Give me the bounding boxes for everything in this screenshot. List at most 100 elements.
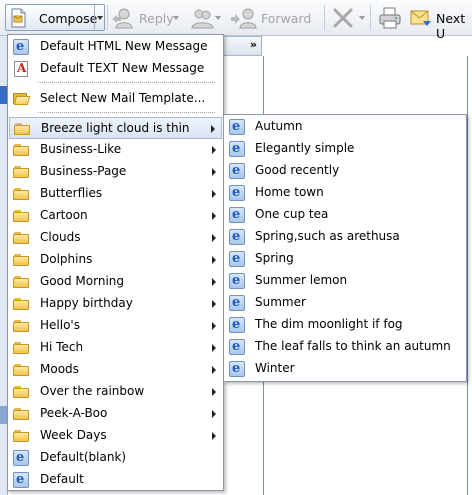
print-button[interactable] xyxy=(377,4,407,31)
reply-all-icon xyxy=(189,7,215,32)
menu-item[interactable]: Week Days xyxy=(9,425,222,447)
compose-dropdown-toggle[interactable] xyxy=(94,5,105,30)
html-message-icon: e xyxy=(13,39,29,55)
menu-item[interactable]: Breeze light cloud is thin xyxy=(9,117,222,139)
menu-item[interactable]: e Default(blank) xyxy=(9,447,222,469)
menu-item-label: Happy birthday xyxy=(40,296,133,310)
menu-item-label: Default TEXT New Message xyxy=(40,61,205,75)
folder-icon xyxy=(13,164,29,180)
forward-icon xyxy=(230,7,258,32)
open-folder-icon xyxy=(13,91,31,107)
template-item[interactable]: e The leaf falls to think an autumn xyxy=(225,336,465,358)
template-item-label: Summer xyxy=(255,295,306,309)
chevron-right-icon xyxy=(212,344,216,352)
reply-label: Reply xyxy=(139,11,174,26)
next-unread-icon xyxy=(410,7,432,32)
menu-item[interactable]: Good Morning xyxy=(9,271,222,293)
menu-item[interactable]: Select New Mail Template... xyxy=(9,88,222,110)
html-template-icon: e xyxy=(229,317,245,333)
template-item[interactable]: e Summer lemon xyxy=(225,270,465,292)
folder-icon xyxy=(13,230,29,246)
menu-item-label: Cartoon xyxy=(40,208,88,222)
chevron-right-icon xyxy=(212,322,216,330)
template-item[interactable]: e Elegantly simple xyxy=(225,138,465,160)
menu-item[interactable]: e Default HTML New Message xyxy=(9,36,222,58)
template-submenu: e Autumn e Elegantly simple e Good recently e H… xyxy=(223,114,467,382)
template-item[interactable]: e The dim moonlight if fog xyxy=(225,314,465,336)
pane-header: » xyxy=(222,36,262,56)
html-template-icon: e xyxy=(229,229,245,245)
chevron-right-icon xyxy=(212,212,216,220)
template-item-label: Elegantly simple xyxy=(255,141,355,155)
folder-icon xyxy=(13,296,29,312)
template-item[interactable]: e Winter xyxy=(225,358,465,380)
template-item-label: The leaf falls to think an autumn xyxy=(255,339,451,353)
template-item[interactable]: e Summer xyxy=(225,292,465,314)
template-item[interactable]: e One cup tea xyxy=(225,204,465,226)
pane-divider[interactable] xyxy=(467,56,468,495)
collapse-pane-button[interactable]: » xyxy=(250,38,257,51)
menu-item[interactable]: Peek-A-Boo xyxy=(9,403,222,425)
menu-item[interactable]: Moods xyxy=(9,359,222,381)
template-item-label: Winter xyxy=(255,361,295,375)
template-item[interactable]: e Autumn xyxy=(225,116,465,138)
delete-button[interactable] xyxy=(330,4,366,31)
template-item-label: Spring xyxy=(255,251,294,265)
compose-button[interactable]: Compose xyxy=(5,4,105,31)
forward-button[interactable]: Forward xyxy=(228,4,322,31)
chevron-right-icon xyxy=(212,410,216,418)
template-item-label: Good recently xyxy=(255,163,340,177)
menu-item-label: Select New Mail Template... xyxy=(40,91,206,105)
template-item-label: Summer lemon xyxy=(255,273,348,287)
chevron-right-icon xyxy=(212,146,216,154)
menu-item[interactable]: A Default TEXT New Message xyxy=(9,58,222,80)
html-template-icon: e xyxy=(229,207,245,223)
menu-item-label: Breeze light cloud is thin xyxy=(41,121,190,135)
menu-item[interactable]: Hello's xyxy=(9,315,222,337)
html-template-icon: e xyxy=(229,361,245,377)
next-unread-label: Next U xyxy=(436,11,466,41)
chevron-down-icon xyxy=(97,16,103,20)
template-item[interactable]: e Home town xyxy=(225,182,465,204)
template-item-label: Autumn xyxy=(255,119,303,133)
template-item[interactable]: e Good recently xyxy=(225,160,465,182)
folder-icon xyxy=(13,384,29,400)
menu-item[interactable]: Clouds xyxy=(9,227,222,249)
text-message-icon: A xyxy=(13,61,29,77)
menu-item-label: Default xyxy=(40,472,84,486)
html-template-icon: e xyxy=(13,472,29,488)
html-template-icon: e xyxy=(229,163,245,179)
chevron-right-icon xyxy=(212,388,216,396)
compose-label: Compose xyxy=(39,11,98,26)
folder-icon xyxy=(13,186,29,202)
reply-button[interactable]: Reply xyxy=(109,4,181,31)
menu-item[interactable]: Happy birthday xyxy=(9,293,222,315)
html-template-icon: e xyxy=(229,295,245,311)
menu-item[interactable]: Cartoon xyxy=(9,205,222,227)
template-item-label: The dim moonlight if fog xyxy=(255,317,403,331)
menu-item-label: Over the rainbow xyxy=(40,384,145,398)
chevron-right-icon xyxy=(212,168,216,176)
menu-item-label: Week Days xyxy=(40,428,107,442)
template-item[interactable]: e Spring xyxy=(225,248,465,270)
toolbar-separator xyxy=(370,5,371,30)
toolbar-separator xyxy=(107,5,108,30)
template-item[interactable]: e Spring,such as arethusa xyxy=(225,226,465,248)
toolbar: Compose Reply Forward Next U xyxy=(0,0,472,41)
reply-all-button[interactable] xyxy=(187,4,221,31)
chevron-right-icon xyxy=(212,256,216,264)
template-item-label: Home town xyxy=(255,185,324,199)
menu-item[interactable]: Business-Like xyxy=(9,139,222,161)
menu-item[interactable]: e Default xyxy=(9,469,222,491)
folder-icon xyxy=(14,121,30,137)
folder-icon xyxy=(13,252,29,268)
chevron-down-icon xyxy=(215,16,221,20)
folder-icon xyxy=(13,428,29,444)
menu-item[interactable]: Over the rainbow xyxy=(9,381,222,403)
menu-item[interactable]: Hi Tech xyxy=(9,337,222,359)
html-template-icon: e xyxy=(229,339,245,355)
menu-item[interactable]: Dolphins xyxy=(9,249,222,271)
menu-item[interactable]: Business-Page xyxy=(9,161,222,183)
next-unread-button[interactable]: Next U xyxy=(407,4,472,41)
menu-item[interactable]: Butterflies xyxy=(9,183,222,205)
